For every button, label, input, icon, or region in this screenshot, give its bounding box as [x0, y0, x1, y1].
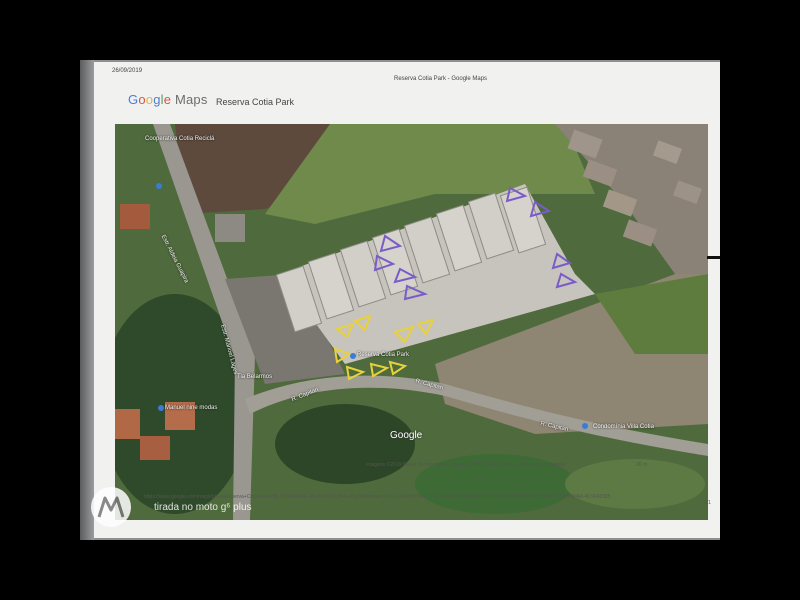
yellow-marker	[393, 325, 415, 344]
label-condominio[interactable]: Condomínia Villa Cotia	[593, 424, 654, 430]
pin-markers	[156, 183, 588, 429]
satellite-map[interactable]: Cooperativa Cotia Reciclá Estr. Aldeia G…	[115, 124, 708, 520]
purple-marker	[393, 267, 418, 284]
paper-shadow	[80, 60, 94, 540]
purple-marker	[551, 252, 573, 270]
place-pin	[158, 405, 164, 411]
purple-triangle-markers	[373, 186, 578, 301]
label-tia-belarmos[interactable]: Tia Belarmos	[237, 374, 272, 380]
yellow-triangle-markers	[333, 314, 435, 381]
yellow-marker	[369, 362, 390, 378]
yellow-marker	[345, 365, 366, 381]
printed-page: 26/09/2019 Reserva Cotia Park - Google M…	[94, 62, 720, 538]
yellow-marker	[353, 314, 372, 332]
purple-marker	[403, 284, 429, 301]
photo-frame: 26/09/2019 Reserva Cotia Park - Google M…	[80, 60, 720, 540]
place-pin	[582, 423, 588, 429]
label-cooperativa: Cooperativa Cotia Reciclá	[145, 136, 215, 142]
label-manuel-nine-modas[interactable]: Manuel nine modas	[165, 405, 217, 411]
edge-marker	[707, 256, 720, 259]
yellow-marker	[416, 318, 435, 336]
place-pin	[350, 353, 356, 359]
place-pin	[156, 183, 162, 189]
label-reserva-cotia-park[interactable]: Reserva Cotia Park	[357, 352, 409, 358]
print-url: https://www.google.com/maps/place/Reserv…	[144, 494, 611, 500]
google-maps-logo: Google Maps	[128, 92, 208, 107]
page-number: 1/1	[704, 500, 711, 506]
google-watermark: Google	[390, 430, 423, 441]
print-title: Reserva Cotia Park - Google Maps	[394, 76, 488, 82]
purple-marker	[373, 254, 396, 272]
yellow-marker	[388, 360, 408, 376]
place-name: Reserva Cotia Park	[216, 97, 295, 107]
motorola-m-icon	[97, 496, 125, 518]
camera-watermark: tirada no moto g⁶ plus	[154, 502, 252, 513]
purple-marker	[379, 234, 403, 253]
map-annotations	[156, 183, 588, 429]
motorola-logo-icon	[91, 487, 131, 527]
print-date: 26/09/2019	[112, 68, 143, 74]
imagery-credit: Imagens ©2019 Maxar Technologies, Imagen…	[366, 462, 566, 468]
map-scale: 20 m	[636, 462, 648, 468]
yellow-marker	[333, 347, 353, 364]
purple-marker	[529, 200, 552, 218]
purple-marker	[555, 272, 578, 289]
purple-marker	[505, 186, 528, 203]
yellow-marker	[334, 322, 355, 339]
